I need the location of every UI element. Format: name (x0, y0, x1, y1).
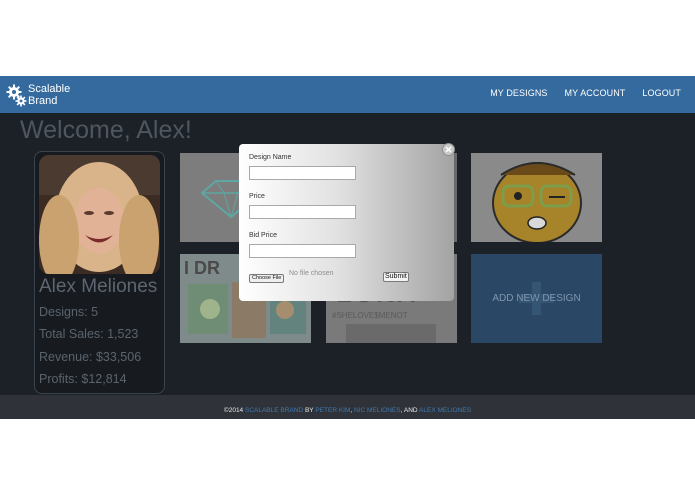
footer-author-alex-meliones[interactable]: ALEX MELIONES (419, 407, 471, 414)
brand-line-1: Scalable (28, 83, 71, 95)
footer-separator-1: , (350, 407, 353, 414)
stat-designs: Designs: 5 (39, 305, 99, 319)
footer-separator-2: , AND (400, 407, 418, 414)
top-navbar: Scalable Brand MY DESIGNS MY ACCOUNT LOG… (0, 76, 695, 113)
design-tile-face[interactable] (471, 153, 602, 242)
nav-my-account[interactable]: MY ACCOUNT (565, 88, 626, 98)
avatar (39, 155, 160, 274)
add-new-design-tile[interactable]: ADD NEW DESIGN (471, 254, 602, 343)
file-status-text: No file chosen (289, 270, 334, 277)
profile-card: Alex Meliones Designs: 5 Total Sales: 1,… (34, 151, 165, 394)
welcome-heading: Welcome, Alex! (20, 116, 192, 144)
gears-icon (6, 84, 27, 107)
svg-text:#SHELOVE$MENOT: #SHELOVE$MENOT (332, 311, 408, 320)
footer-author-peter-kim[interactable]: PETER KIM (315, 407, 350, 414)
design-name-label: Design Name (249, 154, 292, 161)
footer-by: BY (304, 407, 314, 414)
footer-credits: ©2014 SCALABLE BRAND BY PETER KIM, NIC M… (0, 395, 695, 427)
submit-button[interactable]: Submit (383, 272, 409, 282)
svg-text:I DR: I DR (184, 258, 220, 278)
add-new-design-label: ADD NEW DESIGN (492, 293, 581, 304)
brand-logo[interactable]: Scalable Brand (6, 80, 70, 110)
price-input[interactable] (249, 205, 356, 219)
footer-author-nic-meliones[interactable]: NIC MELIONES (354, 407, 401, 414)
nav-my-designs[interactable]: MY DESIGNS (490, 88, 547, 98)
footer-copyright: ©2014 (223, 407, 244, 414)
choose-file-button[interactable]: Choose File (249, 274, 285, 283)
close-button[interactable] (442, 143, 455, 156)
bid-price-label: Bid Price (249, 232, 278, 239)
brand-name: Scalable Brand (28, 83, 70, 107)
brand-line-2: Brand (28, 95, 58, 107)
footer: ©2014 SCALABLE BRAND BY PETER KIM, NIC M… (0, 395, 695, 419)
footer-brand-link[interactable]: SCALABLE BRAND (245, 407, 303, 414)
stat-revenue: Revenue: $33,506 (39, 350, 142, 364)
stat-profits: Profits: $12,814 (39, 372, 127, 386)
bid-price-input[interactable] (249, 244, 356, 258)
stat-total-sales: Total Sales: 1,523 (39, 327, 139, 341)
profile-name: Alex Meliones (39, 276, 158, 297)
nav-links: MY DESIGNS MY ACCOUNT LOGOUT (490, 88, 681, 98)
design-name-input[interactable] (249, 166, 356, 180)
page: Scalable Brand MY DESIGNS MY ACCOUNT LOG… (0, 0, 695, 494)
new-design-modal: Design Name Price Bid Price Choose File … (239, 143, 455, 301)
price-label: Price (249, 193, 265, 200)
close-icon (445, 146, 452, 153)
nav-logout[interactable]: LOGOUT (642, 88, 681, 98)
